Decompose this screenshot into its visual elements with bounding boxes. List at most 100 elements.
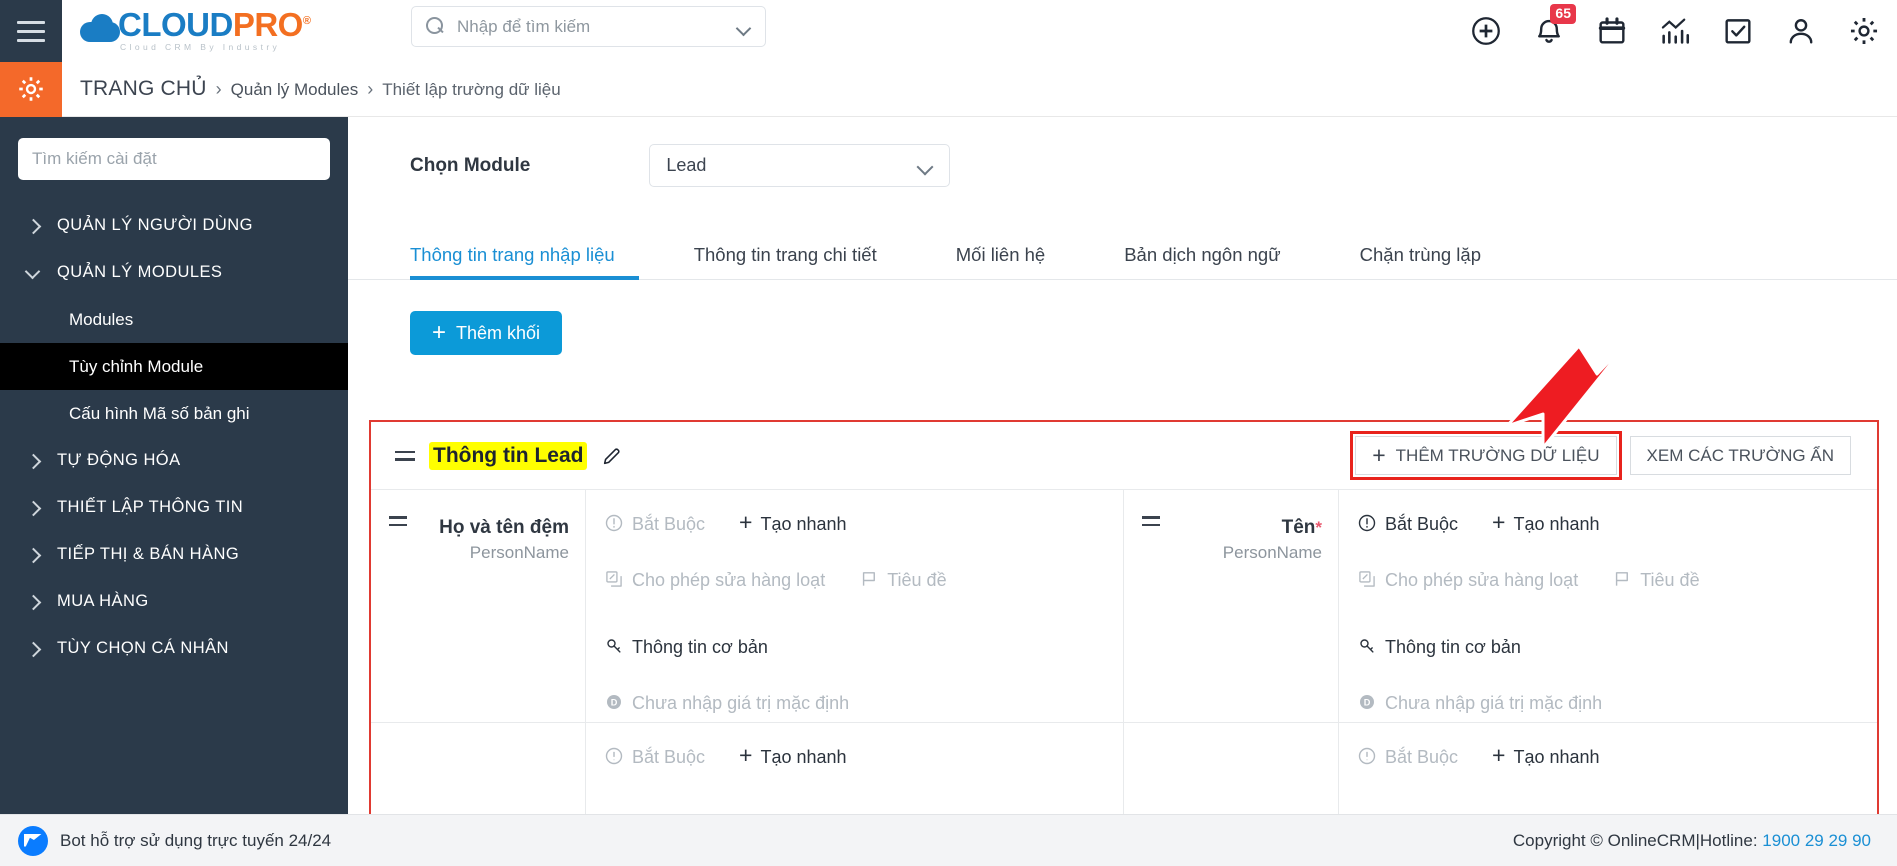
hamburger-menu-icon[interactable]: [0, 0, 62, 62]
property-basic-info-toggle[interactable]: Thông tin cơ bản: [604, 635, 768, 659]
search-placeholder: Nhập để tìm kiếm: [457, 16, 591, 36]
sidebar-search-input[interactable]: Tìm kiếm cài đặt: [18, 138, 330, 180]
pencil-edit-icon[interactable]: [601, 445, 623, 467]
property-label: Thông tin cơ bản: [632, 636, 768, 657]
field-type: PersonName: [469, 542, 569, 562]
key-icon: [607, 638, 621, 653]
chat-support-widget[interactable]: Bot hỗ trợ sử dụng trực tuyến 24/24: [18, 825, 332, 856]
module-select[interactable]: Lead: [649, 144, 951, 187]
property-quick-create-toggle[interactable]: + Tạo nhanh: [1492, 511, 1600, 536]
sidebar-item-record-id-config[interactable]: Cấu hình Mã số bản ghi: [0, 390, 348, 437]
property-quick-create-toggle[interactable]: + Tạo nhanh: [739, 511, 847, 536]
property-line-1: Bắt Buộc + Tạo nhanh: [1357, 744, 1859, 771]
analytics-chart-icon[interactable]: [1658, 14, 1692, 48]
property-label: Bắt Buộc: [1385, 514, 1459, 534]
property-default-value[interactable]: D Chưa nhập giá trị mặc định: [604, 691, 849, 715]
breadcrumb-item-home[interactable]: TRANG CHỦ: [80, 77, 207, 101]
drag-handle-icon[interactable]: [389, 516, 407, 526]
drag-handle-icon[interactable]: [1142, 516, 1160, 526]
sidebar-item-modules[interactable]: Modules: [0, 296, 348, 343]
logo-text: CLOUDPRO® Cloud CRM By Industry: [118, 6, 311, 52]
property-basic-info-toggle[interactable]: Thông tin cơ bản: [1357, 635, 1521, 659]
sidebar-item-module-management[interactable]: QUẢN LÝ MODULES: [0, 249, 348, 296]
app-logo[interactable]: CLOUDPRO® Cloud CRM By Industry: [80, 0, 311, 62]
sidebar-item-marketing-sales[interactable]: TIẾP THỊ & BÁN HÀNG: [0, 531, 348, 578]
tab-duplicate-prevention[interactable]: Chặn trùng lặp: [1360, 244, 1481, 279]
add-circle-icon[interactable]: [1469, 14, 1503, 48]
mass-edit-icon: [1359, 571, 1375, 588]
field-identity: [371, 723, 586, 815]
chevron-right-icon: [26, 548, 40, 562]
chevron-right-icon: [26, 642, 40, 656]
svg-text:D: D: [1364, 697, 1371, 707]
drag-handle-icon[interactable]: [395, 450, 415, 461]
global-search-input[interactable]: Nhập để tìm kiếm: [411, 6, 766, 47]
key-icon: [1360, 638, 1374, 653]
field-properties: Bắt Buộc + Tạo nhanh: [1339, 723, 1877, 815]
chevron-down-icon: [26, 266, 40, 280]
view-hidden-fields-button[interactable]: XEM CÁC TRƯỜNG ẨN: [1629, 436, 1851, 475]
field-identity: [1124, 723, 1339, 815]
sidebar-item-customize-module[interactable]: Tùy chỉnh Module: [0, 343, 348, 390]
sidebar-item-automation[interactable]: TỰ ĐỘNG HÓA: [0, 437, 348, 484]
add-block-button[interactable]: + Thêm khối: [410, 311, 563, 355]
tab-label: Thông tin trang nhập liệu: [410, 244, 615, 265]
settings-gear-icon[interactable]: [0, 61, 62, 117]
module-picker-row: Chọn Module Lead: [348, 117, 1897, 187]
task-checkbox-icon[interactable]: [1721, 14, 1755, 48]
add-field-button[interactable]: + THÊM TRƯỜNG DỮ LIỆU: [1355, 436, 1617, 475]
sidebar-item-purchasing[interactable]: MUA HÀNG: [0, 578, 348, 625]
notification-bell-icon[interactable]: 65: [1532, 4, 1576, 48]
property-required-toggle[interactable]: Bắt Buộc: [1357, 512, 1458, 536]
field-column-left: Họ và tên đệm PersonName Bắt Buộc + Tạo …: [371, 490, 1124, 815]
property-line-1: Bắt Buộc + Tạo nhanh: [1357, 511, 1859, 538]
breadcrumb-item-modules[interactable]: Quản lý Modules: [231, 80, 359, 100]
default-value-icon: D: [607, 694, 621, 709]
property-quick-create-toggle[interactable]: + Tạo nhanh: [739, 744, 847, 769]
property-required-toggle[interactable]: Bắt Buộc: [1357, 745, 1458, 769]
property-line-4: D Chưa nhập giá trị mặc định: [604, 691, 1105, 717]
sidebar-item-user-management[interactable]: QUẢN LÝ NGƯỜI DÙNG: [0, 202, 348, 249]
property-title-toggle[interactable]: Tiêu đề: [1612, 568, 1700, 592]
sidebar-item-info-setup[interactable]: THIẾT LẬP THÔNG TIN: [0, 484, 348, 531]
breadcrumb-item-current: Thiết lập trường dữ liệu: [382, 80, 561, 99]
block-header: Thông tin Lead + THÊM TRƯỜNG DỮ LIỆU XEM…: [371, 422, 1877, 489]
sidebar-item-label: TÙY CHỌN CÁ NHÂN: [57, 639, 229, 657]
property-label: Bắt Buộc: [632, 514, 706, 534]
breadcrumb-separator: ›: [215, 79, 222, 99]
default-value-icon: D: [1360, 694, 1374, 709]
app-root: CLOUDPRO® Cloud CRM By Industry Nhập để …: [0, 0, 1897, 866]
logo-tagline: Cloud CRM By Industry: [120, 42, 281, 52]
field-block-panel: Thông tin Lead + THÊM TRƯỜNG DỮ LIỆU XEM…: [369, 420, 1879, 817]
settings-sidebar: Tìm kiếm cài đặt QUẢN LÝ NGƯỜI DÙNG QUẢN…: [0, 117, 348, 814]
property-required-toggle[interactable]: Bắt Buộc: [604, 512, 705, 536]
property-required-toggle[interactable]: Bắt Buộc: [604, 745, 705, 769]
chat-support-label: Bot hỗ trợ sử dụng trực tuyến 24/24: [60, 830, 332, 850]
sidebar-item-label: Tùy chỉnh Module: [69, 356, 204, 376]
property-quick-create-toggle[interactable]: + Tạo nhanh: [1492, 744, 1600, 769]
property-mass-edit-toggle[interactable]: Cho phép sửa hàng loạt: [604, 568, 825, 592]
required-asterisk: *: [1315, 518, 1322, 537]
calendar-icon[interactable]: [1595, 14, 1629, 48]
property-default-value[interactable]: D Chưa nhập giá trị mặc định: [1357, 691, 1602, 715]
chevron-down-icon[interactable]: [738, 23, 751, 31]
settings-gear-icon[interactable]: [1847, 14, 1881, 48]
tab-label: Thông tin trang chi tiết: [693, 244, 877, 265]
logo-part-cloud: CLOUD: [118, 6, 233, 43]
sidebar-item-personal-options[interactable]: TÙY CHỌN CÁ NHÂN: [0, 625, 348, 672]
field-label-group: Tên* PersonName: [1174, 516, 1322, 563]
tab-detail-page-info[interactable]: Thông tin trang chi tiết: [694, 244, 877, 279]
tab-translations[interactable]: Bản dịch ngôn ngữ: [1124, 244, 1280, 279]
property-label: Cho phép sửa hàng loạt: [1385, 570, 1579, 591]
module-select-value: Lead: [666, 155, 707, 175]
tab-relationships[interactable]: Mối liên hệ: [956, 244, 1045, 279]
user-profile-icon[interactable]: [1784, 14, 1818, 48]
property-mass-edit-toggle[interactable]: Cho phép sửa hàng loạt: [1357, 568, 1578, 592]
hotline-number-link[interactable]: 1900 29 29 90: [1762, 831, 1871, 850]
property-title-toggle[interactable]: Tiêu đề: [859, 568, 947, 592]
property-label: Chưa nhập giá trị mặc định: [1385, 692, 1603, 713]
tab-entry-page-info[interactable]: Thông tin trang nhập liệu: [410, 244, 639, 280]
